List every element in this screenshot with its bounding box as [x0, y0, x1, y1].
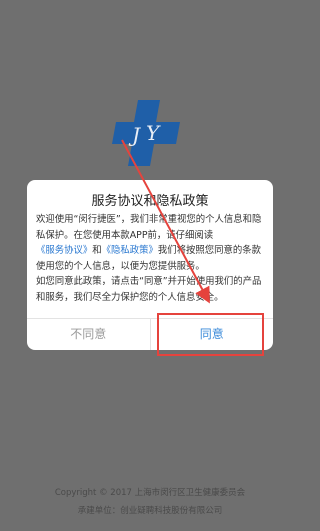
annotation-arrow: [121, 139, 210, 304]
annotation-highlight-box: [157, 313, 264, 356]
